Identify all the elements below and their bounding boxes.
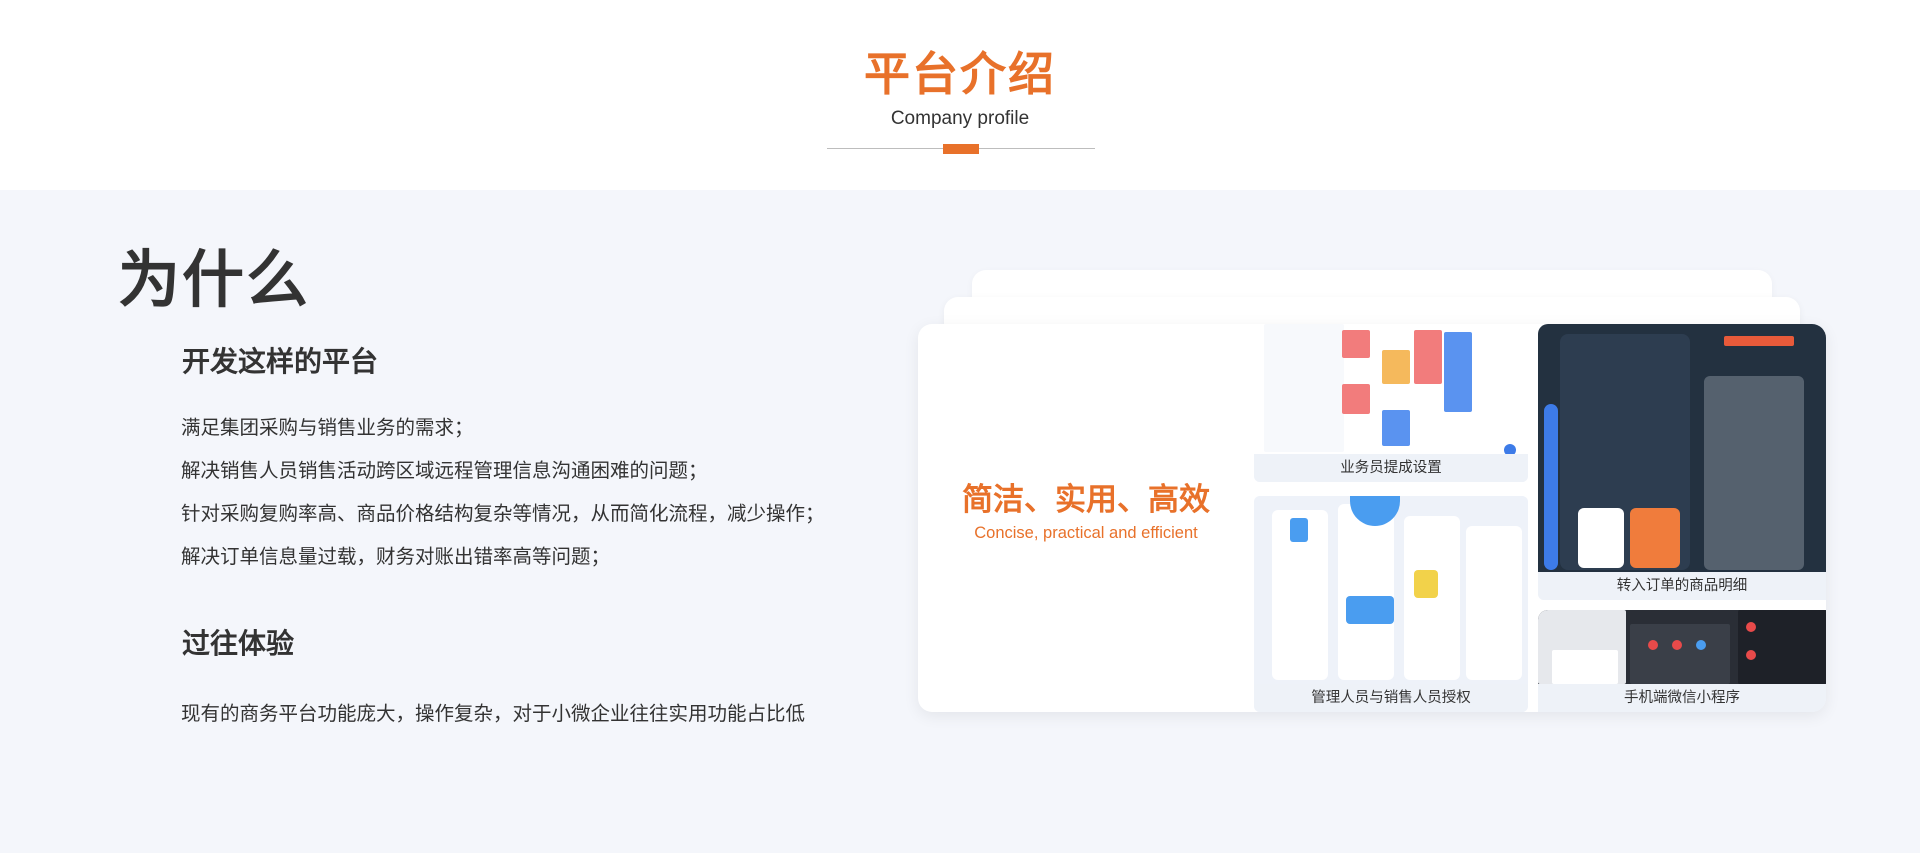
thumbnail-commission-settings: 业务员提成设置 [1254,324,1528,482]
reason-text: 针对采购复购率高、商品价格结构复杂等情况，从而简化流程，减少操作； [181,502,825,525]
thumbnail-caption: 业务员提成设置 [1254,454,1528,482]
thumbnail-staff-authorization: 管理人员与销售人员授权 [1254,496,1528,712]
reason-text: 满足集团采购与销售业务的需求； [181,416,474,439]
page-title: 平台介绍 [864,47,1056,101]
wechat-miniprogram-image [1538,610,1826,684]
develop-heading: 开发这样的平台 [182,345,379,378]
why-heading: 为什么 [118,243,311,316]
thumbnail-wechat-miniprogram: 手机端微信小程序 [1538,610,1826,712]
content-section: 为什么 开发这样的平台 满足集团采购与销售业务的需求； 解决销售人员销售活动跨区… [0,190,1920,853]
slogan-text: 简洁、实用、高效 [962,482,1210,518]
thumbnail-caption: 转入订单的商品明细 [1538,572,1826,600]
slogan-english-text: Concise, practical and efficient [974,524,1198,542]
header-section: 平台介绍 Company profile [0,0,1920,190]
staff-authorization-image [1254,496,1528,684]
reason-text: 解决销售人员销售活动跨区域远程管理信息沟通困难的问题； [181,459,708,482]
thumbnail-caption: 管理人员与销售人员授权 [1254,684,1528,712]
feature-card: 简洁、实用、高效 Concise, practical and efficien… [918,324,1826,712]
past-experience-text: 现有的商务平台功能庞大，操作复杂，对于小微企业往往实用功能占比低 [181,702,806,725]
past-experience-heading: 过往体验 [182,627,295,660]
reason-text: 解决订单信息量过载，财务对账出错率高等问题； [181,545,611,568]
order-details-image [1538,324,1826,572]
commission-settings-image [1254,324,1528,456]
thumbnail-caption: 手机端微信小程序 [1538,684,1826,712]
title-accent-bar [943,144,979,154]
page-subtitle: Company profile [890,108,1030,129]
thumbnail-order-details: 转入订单的商品明细 [1538,324,1826,600]
